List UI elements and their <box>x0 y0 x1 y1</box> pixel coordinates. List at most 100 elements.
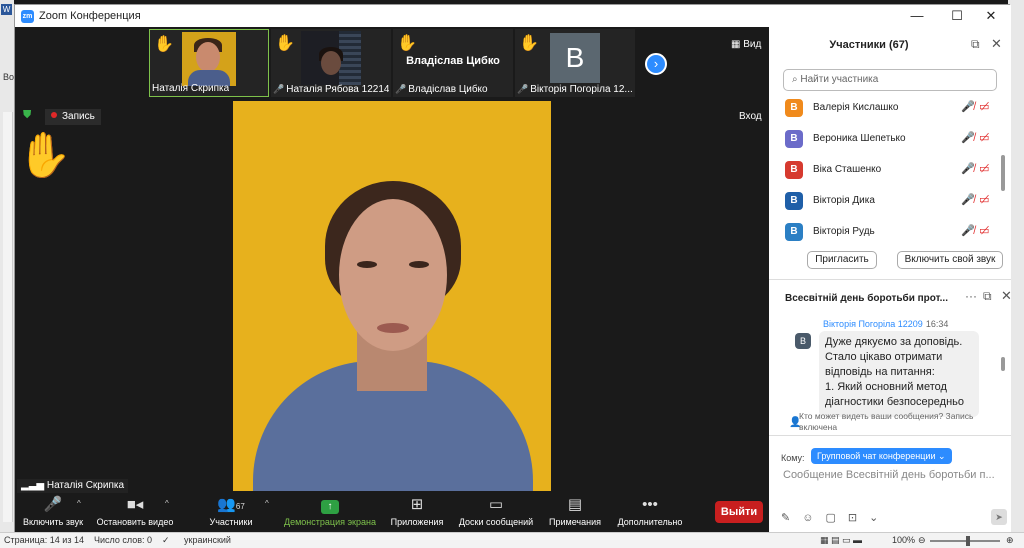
video-off-icon: ▭̸ <box>979 163 990 175</box>
view-button[interactable]: ▦ Вид <box>731 39 761 50</box>
page-count[interactable]: Страница: 14 из 14 <box>4 535 84 545</box>
participant-video <box>182 32 236 86</box>
security-shield-icon[interactable]: ⛊ <box>23 109 35 122</box>
screen: W Во zm Zoom Конференция — ☐ ✕ ✋ Наталія… <box>0 0 1024 548</box>
participant-search-input[interactable]: ⌕ Найти участника <box>783 69 997 91</box>
participants-button[interactable]: 👥67 Участники <box>201 495 261 527</box>
muted-mic-icon: 🎤 <box>395 84 407 94</box>
apps-button[interactable]: ⊞ Приложения <box>387 495 447 527</box>
participants-scrollbar[interactable] <box>1001 155 1005 191</box>
participant-tile[interactable]: ✋ 🎤 Наталія Рябова 12214 <box>271 29 391 97</box>
message-time: 16:34 <box>925 319 949 329</box>
participant-name: Вікторія Рудь <box>813 226 875 237</box>
close-icon[interactable]: ✕ <box>991 36 1002 52</box>
active-speaker-video <box>233 101 551 491</box>
recording-dot-icon <box>51 112 57 118</box>
next-page-button[interactable]: › <box>645 53 667 75</box>
close-icon[interactable]: ✕ <box>1001 288 1012 304</box>
visibility-note[interactable]: Кто может видеть ваши сообщения? Запись … <box>799 411 999 433</box>
participant-name: Владіслав Цибко <box>408 84 488 95</box>
zoom-slider[interactable] <box>930 540 1000 542</box>
file-icon[interactable]: ▢ <box>825 512 835 524</box>
participant-name: Віка Сташенко <box>813 164 882 175</box>
participants-panel-title: Участники (67) <box>829 39 909 51</box>
notes-button[interactable]: ▤ Примечания <box>545 495 605 527</box>
participant-row[interactable]: В Вікторія Рудь 🎤̸ ▭̸ <box>785 221 995 243</box>
chat-scrollbar[interactable] <box>1001 357 1005 371</box>
participant-name: Валерія Кислашко <box>813 102 899 113</box>
chat-input[interactable]: Сообщение Всесвітній день боротьби п... <box>783 469 1005 481</box>
side-panel: Участники (67) ⧉ ✕ ⌕ Найти участника В В… <box>769 27 1012 533</box>
chat-message: Дуже дякуємо за доповідь. Стало цікаво о… <box>819 331 979 417</box>
fullscreen-button[interactable]: Вход <box>739 111 762 122</box>
share-screen-button[interactable]: ↑ Демонстрация экрана <box>281 495 379 527</box>
participant-video <box>301 31 361 85</box>
word-count[interactable]: Число слов: 0 <box>94 535 152 545</box>
raised-hand-icon: ✋ <box>519 35 539 52</box>
avatar: В <box>785 130 803 148</box>
video-off-icon: ▭̸ <box>979 132 990 144</box>
recipient-label: Кому: <box>781 453 805 463</box>
unmute-me-button[interactable]: Включить свой звук <box>897 251 1003 269</box>
zoom-out-icon[interactable]: ⊖ <box>918 535 926 546</box>
invite-button[interactable]: Пригласить <box>807 251 877 269</box>
muted-mic-icon: 🎤̸ <box>961 132 975 144</box>
popout-icon[interactable]: ⧉ <box>983 289 992 304</box>
avatar: В <box>785 192 803 210</box>
zoom-level[interactable]: 100% <box>892 535 915 545</box>
participant-tile[interactable]: ✋ Наталія Скрипка <box>149 29 269 97</box>
share-screen-icon: ↑ <box>321 500 339 514</box>
word-fragment: Во <box>3 72 15 82</box>
popout-icon[interactable]: ⧉ <box>971 37 980 52</box>
participant-name: Наталія Скрипка <box>152 83 230 94</box>
muted-mic-icon: 🎤 <box>517 84 529 94</box>
participant-tile[interactable]: ✋ Владіслав Цибко 🎤 Владіслав Цибко <box>393 29 513 97</box>
meeting-toolbar: 🎤 Включить звук ^ ■◂ Остановить видео ^ … <box>15 493 769 533</box>
window-title: Zoom Конференция <box>39 10 141 22</box>
participant-row[interactable]: В Віка Сташенко 🎤̸ ▭̸ <box>785 159 995 181</box>
avatar: В <box>795 333 811 349</box>
more-options-icon[interactable]: ··· <box>965 289 977 303</box>
zoom-slider-thumb[interactable] <box>966 536 970 546</box>
message-sender[interactable]: Вікторія Погоріла 12209 <box>823 319 923 329</box>
send-button[interactable]: ➤ <box>991 509 1007 525</box>
format-icon[interactable]: ✎ <box>781 512 790 524</box>
divider <box>769 279 1011 280</box>
participant-row[interactable]: В Вероника Шепетько 🎤̸ ▭̸ <box>785 128 995 150</box>
screenshot-icon[interactable]: ⊡ <box>848 512 857 524</box>
raised-hand-icon: ✋ <box>17 131 72 180</box>
proofing-icon[interactable]: ✓ <box>162 535 170 546</box>
zoom-window: zm Zoom Конференция — ☐ ✕ ✋ Наталія Скри… <box>14 4 1012 533</box>
message-header: Вікторія Погоріла 12209 16:34 <box>823 319 948 329</box>
video-off-icon: ▭̸ <box>979 101 990 113</box>
participant-row[interactable]: В Вікторія Дика 🎤̸ ▭̸ <box>785 190 995 212</box>
minimize-button[interactable]: — <box>903 7 931 25</box>
avatar: В <box>785 161 803 179</box>
participant-name: Вікторія Дика <box>813 195 875 206</box>
zoom-in-icon[interactable]: ⊕ <box>1006 535 1014 546</box>
whiteboards-button[interactable]: ▭ Доски сообщений <box>455 495 537 527</box>
recipient-select[interactable]: Групповой чат конференции ⌄ <box>811 448 952 464</box>
leave-button[interactable]: Выйти <box>715 501 763 523</box>
word-status-bar: Страница: 14 из 14 Число слов: 0 ✓ украи… <box>0 532 1024 548</box>
chevron-down-icon: ⌄ <box>935 451 946 461</box>
view-modes-icon[interactable]: ▦ ▤ ▭ ▬ <box>820 535 862 546</box>
unmute-button[interactable]: 🎤 Включить звук <box>21 495 85 527</box>
participant-tile[interactable]: ✋ В 🎤 Вікторія Погоріла 12... <box>515 29 635 97</box>
participants-options-caret[interactable]: ^ <box>265 499 269 508</box>
close-button[interactable]: ✕ <box>977 7 1005 25</box>
maximize-button[interactable]: ☐ <box>943 7 971 25</box>
more-button[interactable]: ••• Дополнительно <box>615 495 685 527</box>
emoji-icon[interactable]: ☺ <box>802 512 813 524</box>
word-left-strip: W Во <box>0 0 14 548</box>
people-icon: 👥 <box>217 496 236 513</box>
participant-name: Наталія Рябова 12214 <box>286 84 389 95</box>
muted-mic-icon: 🎤 <box>43 496 63 513</box>
participant-row[interactable]: В Валерія Кислашко 🎤̸ ▭̸ <box>785 97 995 119</box>
audio-options-caret[interactable]: ^ <box>77 499 81 508</box>
title-bar: zm Zoom Конференция — ☐ ✕ <box>15 5 1011 27</box>
chevron-down-icon[interactable]: ⌄ <box>869 512 878 524</box>
recording-indicator[interactable]: Запись <box>45 109 101 125</box>
video-options-caret[interactable]: ^ <box>165 499 169 508</box>
language[interactable]: украинский <box>184 535 231 545</box>
